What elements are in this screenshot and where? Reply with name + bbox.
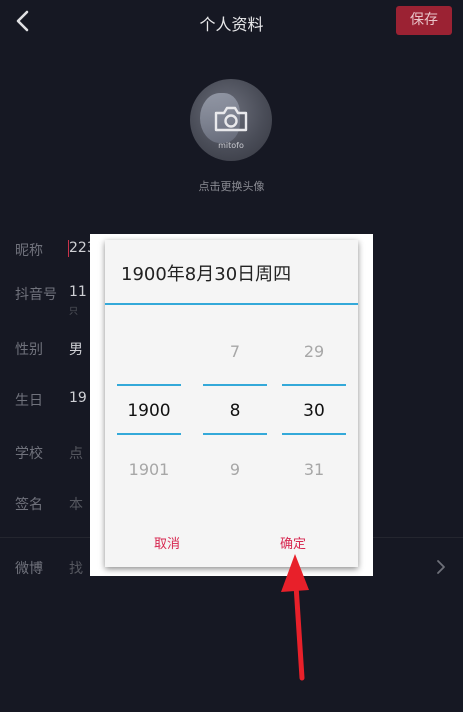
day-next[interactable]: 31 (282, 460, 346, 479)
gender-label: 性别 (15, 342, 43, 358)
confirm-button[interactable]: 确定 (280, 533, 306, 552)
weibo-label: 微博 (15, 561, 43, 577)
avatar[interactable]: mitofo (190, 79, 272, 161)
day-prev[interactable]: 29 (282, 342, 346, 361)
signature-field[interactable]: 本 (69, 494, 83, 514)
month-selection-line-top (203, 384, 267, 386)
school-field[interactable]: 点 (69, 443, 83, 463)
date-picker-dialog: 1900年8月30日周四 1900 1901 7 8 9 29 30 31 取消… (105, 240, 358, 567)
month-prev[interactable]: 7 (203, 342, 267, 361)
gender-field[interactable]: 男 (69, 339, 83, 359)
chevron-right-icon[interactable] (435, 558, 447, 576)
month-selected[interactable]: 8 (203, 401, 267, 421)
school-label: 学校 (15, 446, 43, 462)
douyin-id-label: 抖音号 (15, 287, 57, 303)
cancel-button[interactable]: 取消 (154, 533, 180, 552)
change-avatar-label[interactable]: 点击更换头像 (0, 178, 463, 194)
year-selection-line-top (117, 384, 181, 386)
day-selection-line-top (282, 384, 346, 386)
birthday-label: 生日 (15, 393, 43, 409)
month-selection-line-bottom (203, 433, 267, 435)
title-divider (105, 303, 358, 305)
day-selected[interactable]: 30 (282, 401, 346, 421)
douyin-id-note: 只 (69, 307, 79, 317)
year-next[interactable]: 1901 (117, 460, 181, 479)
douyin-id-value: 11 (69, 284, 87, 300)
camera-icon (214, 106, 248, 132)
year-selected[interactable]: 1900 (117, 401, 181, 421)
date-picker-title: 1900年8月30日周四 (121, 264, 292, 285)
avatar-watermark: mitofo (218, 141, 244, 150)
birthday-field[interactable]: 19 (69, 390, 87, 406)
day-selection-line-bottom (282, 433, 346, 435)
weibo-field[interactable]: 找 (69, 558, 83, 578)
page-title: 个人资料 (199, 15, 264, 34)
month-next[interactable]: 9 (203, 460, 267, 479)
nickname-label: 昵称 (15, 243, 43, 259)
save-button[interactable]: 保存 (396, 6, 452, 35)
year-selection-line-bottom (117, 433, 181, 435)
signature-label: 签名 (15, 497, 43, 513)
top-bar: 个人资料 保存 (0, 0, 463, 44)
